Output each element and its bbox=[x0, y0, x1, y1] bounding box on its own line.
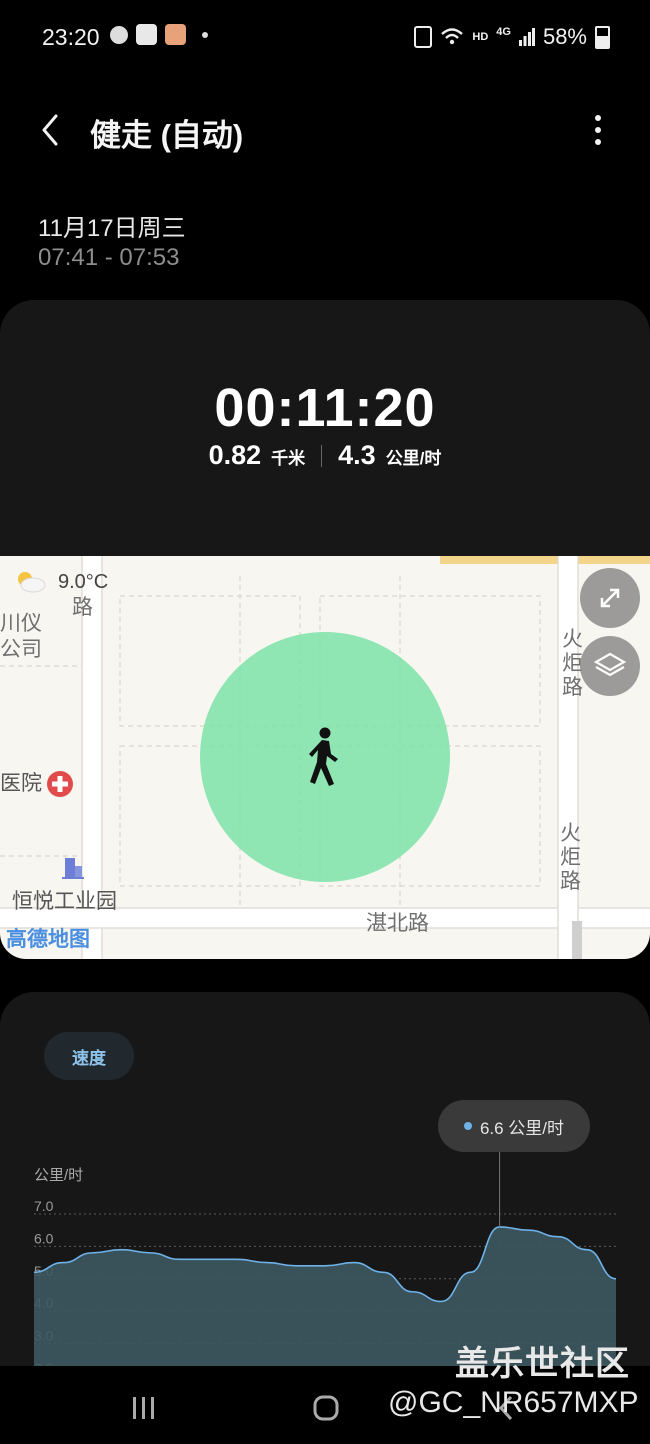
map-label-company-2: 公司 bbox=[0, 638, 42, 661]
map-label-zhanbei-road: 湛北路 bbox=[366, 912, 429, 935]
battery-percent: 58% bbox=[542, 24, 587, 49]
avg-speed-unit: 公里/时 bbox=[385, 449, 442, 468]
notification-chat-icon bbox=[136, 24, 157, 45]
y-tick-label: 7.0 bbox=[34, 1198, 54, 1214]
battery-icon bbox=[595, 25, 610, 49]
expand-icon bbox=[600, 588, 620, 608]
status-notification-icons bbox=[110, 24, 208, 45]
recent-apps-button[interactable] bbox=[129, 1393, 159, 1423]
distance-value: 0.82 bbox=[208, 440, 262, 470]
y-tick-label: 6.0 bbox=[34, 1230, 54, 1246]
workout-duration: 00:11:20 bbox=[214, 378, 436, 438]
map-expand-button[interactable] bbox=[580, 568, 640, 628]
stats-divider bbox=[321, 444, 323, 467]
recycle-icon bbox=[414, 26, 433, 48]
wifi-icon bbox=[441, 28, 464, 45]
distance-unit: 千米 bbox=[271, 449, 306, 468]
weather-temperature: 9.0°C bbox=[58, 571, 109, 593]
network-hd-label: HD bbox=[472, 31, 489, 43]
workout-date: 11月17日周三 bbox=[38, 215, 186, 242]
layers-icon bbox=[593, 652, 627, 677]
map-provider-logo: 高德地图 bbox=[6, 928, 90, 951]
building-icon bbox=[62, 858, 84, 879]
speed-tooltip: 6.6 公里/时 bbox=[438, 1100, 590, 1152]
workout-stats-row: 0.82 千米 4.3 公里/时 bbox=[0, 440, 650, 471]
map-label-hospital: 医院 bbox=[0, 772, 42, 795]
watermark-sub: @GC_NR657MXP bbox=[388, 1386, 639, 1419]
map-label-industrial-park: 恒悦工业园 bbox=[12, 890, 117, 913]
map-label-road-top: 路 bbox=[72, 596, 93, 619]
map-layers-button[interactable] bbox=[580, 636, 640, 696]
tab-speed[interactable]: 速度 bbox=[44, 1032, 134, 1080]
watermark-main: 盖乐世社区 bbox=[455, 1345, 630, 1383]
map-label-torch-road-2: 火炬路 bbox=[560, 822, 581, 893]
avg-speed-value: 4.3 bbox=[338, 440, 376, 470]
notification-app-icon bbox=[110, 25, 128, 44]
page-title: 健走 (自动) bbox=[90, 118, 244, 153]
workout-time-range: 07:41 - 07:53 bbox=[38, 244, 180, 271]
weather-partly-sunny-icon bbox=[18, 572, 46, 593]
status-right-group: HD 4G 58% bbox=[414, 24, 610, 50]
back-button[interactable] bbox=[34, 110, 74, 150]
signal-icon bbox=[518, 28, 535, 46]
more-options-button[interactable] bbox=[586, 112, 610, 148]
home-button[interactable] bbox=[311, 1393, 341, 1423]
network-gen-label: 4G bbox=[496, 26, 511, 38]
notification-avatar-icon bbox=[165, 24, 186, 45]
tooltip-value: 6.6 公里/时 bbox=[479, 1118, 565, 1138]
hospital-icon bbox=[47, 771, 73, 797]
map-label-company-1: 川仪 bbox=[0, 612, 42, 635]
route-map[interactable]: 9.0°C 路 川仪 公司 医院 恒悦工业园 火炬路 火炬路 湛北路 高德地图 bbox=[0, 556, 650, 959]
status-time: 23:20 bbox=[42, 24, 100, 50]
tooltip-dot-icon bbox=[463, 1122, 472, 1130]
walking-person-icon bbox=[309, 727, 338, 786]
notification-more-dot-icon bbox=[202, 31, 208, 38]
